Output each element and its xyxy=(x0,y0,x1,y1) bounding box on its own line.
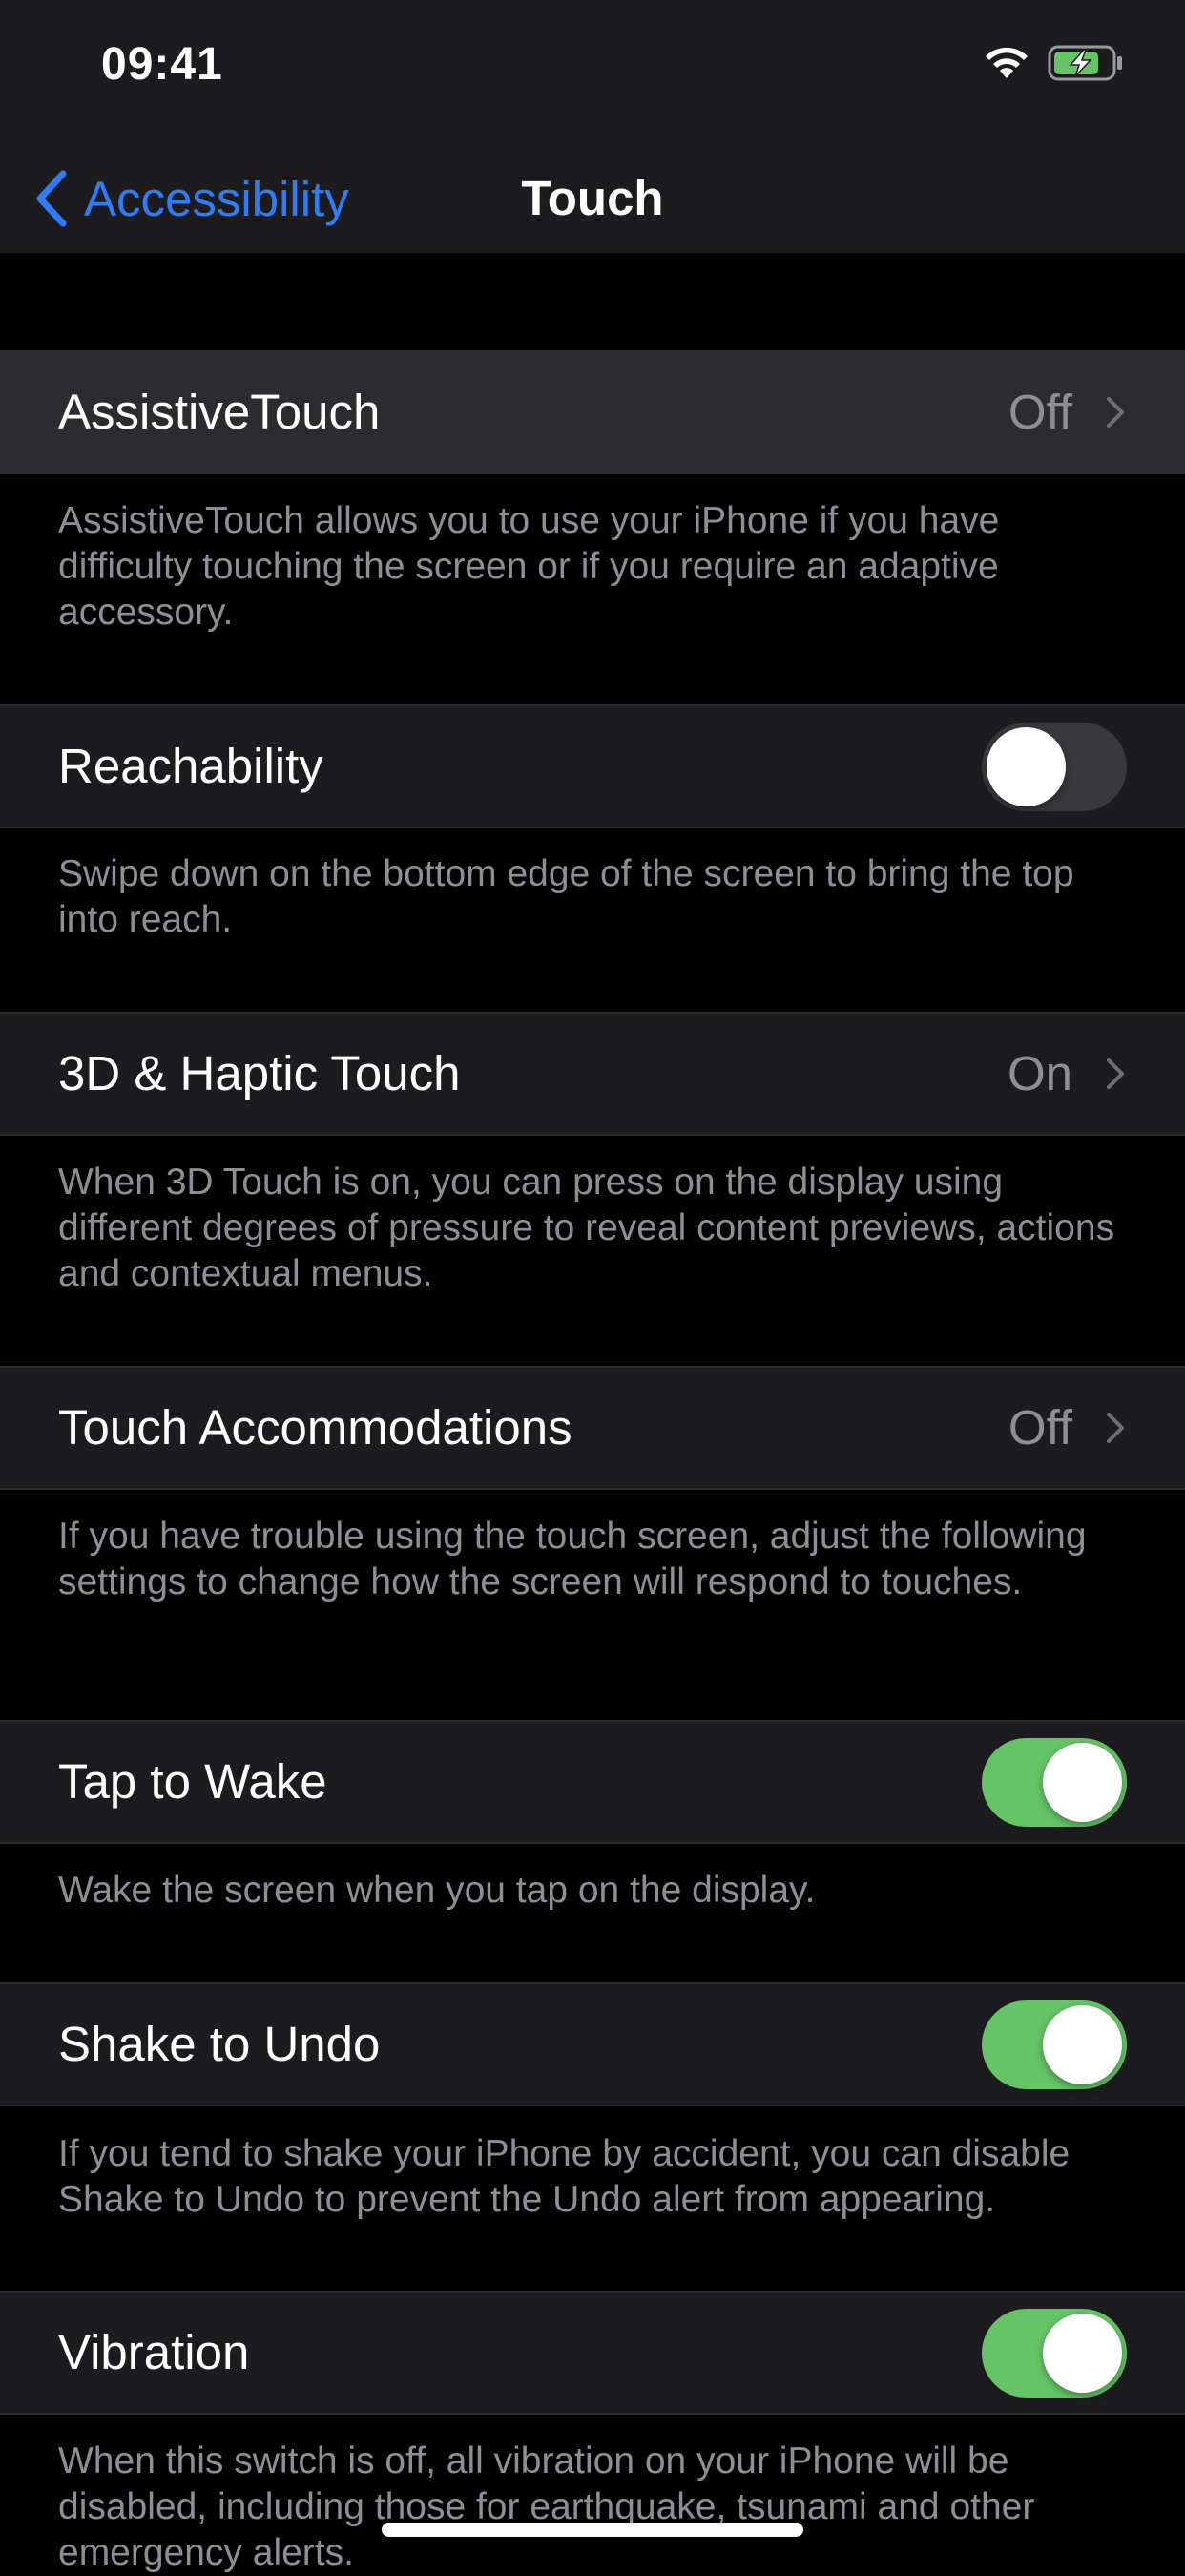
battery-charging-icon xyxy=(1048,45,1122,81)
vibration-label: Vibration xyxy=(58,2325,250,2379)
touch-accommodations-label: Touch Accommodations xyxy=(58,1400,572,1455)
reachability-row: Reachability xyxy=(0,704,1185,828)
tap-to-wake-footer: Wake the screen when you tap on the disp… xyxy=(58,1870,816,1911)
reachability-label: Reachability xyxy=(58,739,323,793)
navigation-bar: Accessibility Touch xyxy=(0,143,1185,253)
3d-haptic-touch-row[interactable]: 3D & Haptic Touch On xyxy=(0,1012,1185,1136)
toggle-knob xyxy=(987,727,1066,806)
vibration-footer: When this switch is off, all vibration o… xyxy=(58,2440,1035,2573)
toggle-knob xyxy=(1043,2314,1122,2393)
assistivetouch-row[interactable]: AssistiveTouch Off xyxy=(0,350,1185,474)
page-title: Touch xyxy=(521,171,664,225)
home-indicator[interactable] xyxy=(382,2523,803,2537)
toggle-knob xyxy=(1043,1743,1122,1822)
reachability-footer: Swipe down on the bottom edge of the scr… xyxy=(58,853,1074,940)
3d-haptic-touch-value: On xyxy=(1007,1046,1072,1100)
vibration-toggle[interactable] xyxy=(982,2309,1127,2398)
assistivetouch-value: Off xyxy=(1008,385,1072,439)
status-bar: 09:41 xyxy=(0,0,1185,143)
vibration-row: Vibration xyxy=(0,2291,1185,2415)
shake-to-undo-footer: If you tend to shake your iPhone by acci… xyxy=(58,2133,1071,2220)
shake-to-undo-toggle[interactable] xyxy=(982,2000,1127,2089)
3d-haptic-touch-footer: When 3D Touch is on, you can press on th… xyxy=(58,1162,1115,1294)
touch-accommodations-footer: If you have trouble using the touch scre… xyxy=(58,1516,1087,1602)
wifi-icon xyxy=(986,47,1028,78)
status-time: 09:41 xyxy=(101,39,223,90)
tap-to-wake-toggle[interactable] xyxy=(982,1738,1127,1827)
chevron-right-icon xyxy=(1107,397,1124,428)
chevron-right-icon xyxy=(1107,1413,1124,1443)
chevron-right-icon xyxy=(1107,1058,1124,1089)
touch-accommodations-row[interactable]: Touch Accommodations Off xyxy=(0,1366,1185,1490)
assistivetouch-label: AssistiveTouch xyxy=(58,385,381,439)
touch-accommodations-value: Off xyxy=(1008,1400,1072,1455)
3d-haptic-touch-label: 3D & Haptic Touch xyxy=(58,1046,461,1100)
tap-to-wake-row: Tap to Wake xyxy=(0,1720,1185,1844)
assistivetouch-footer: AssistiveTouch allows you to use your iP… xyxy=(58,500,1000,633)
shake-to-undo-label: Shake to Undo xyxy=(58,2017,381,2071)
tap-to-wake-label: Tap to Wake xyxy=(58,1754,327,1809)
reachability-toggle[interactable] xyxy=(982,723,1127,811)
toggle-knob xyxy=(1043,2005,1122,2084)
shake-to-undo-row: Shake to Undo xyxy=(0,1982,1185,2106)
